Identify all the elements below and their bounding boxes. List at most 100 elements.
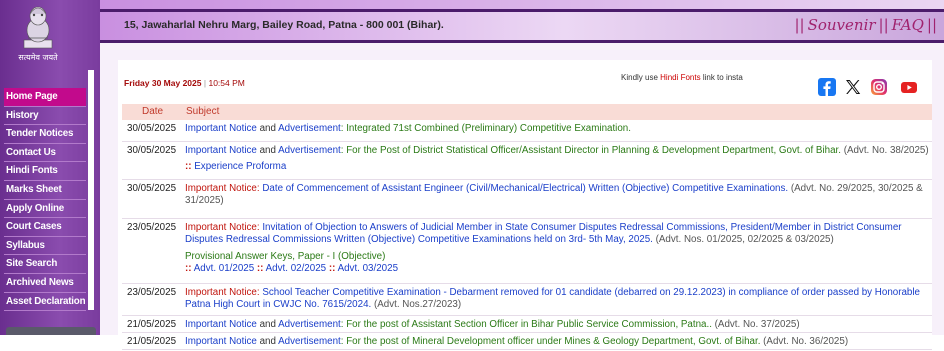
sub-links: :: Experience Proforma — [185, 161, 932, 173]
marker: :: — [256, 263, 264, 275]
row-subject: Important Notice and Advertisement: For … — [185, 142, 932, 177]
sidebar-footer — [6, 327, 96, 335]
current-time: 10:54 PM — [208, 78, 245, 88]
top-banner-strip — [100, 0, 944, 9]
important-notice-link[interactable]: Important Notice — [185, 123, 257, 134]
datetime-separator: | — [203, 78, 207, 88]
note-text: link to insta — [700, 73, 743, 82]
menu-item-court-cases[interactable]: Court Cases — [4, 218, 86, 237]
x-icon[interactable] — [844, 78, 862, 96]
answer-keys-title: Provisional Answer Keys, Paper - I (Obje… — [185, 250, 386, 262]
header-band: 15, Jawaharlal Nehru Marg, Bailey Road, … — [100, 9, 944, 43]
menu-item-history[interactable]: History — [4, 107, 86, 126]
header-separator: || — [878, 16, 889, 34]
menu-item-tender-notices[interactable]: Tender Notices — [4, 125, 86, 144]
row-date: 21/05/2025 — [127, 336, 177, 347]
notice-title: For the Post of District Statistical Off… — [346, 145, 841, 156]
faq-link[interactable]: FAQ — [892, 16, 924, 34]
facebook-icon[interactable] — [818, 78, 836, 96]
table-row: 30/05/2025 Important Notice and Advertis… — [122, 142, 932, 180]
table-row: 21/05/2025 Important Notice and Advertis… — [122, 333, 932, 350]
hindi-fonts-link[interactable]: Hindi Fonts — [660, 73, 700, 82]
notice-link[interactable]: School Teacher Competitive Examination -… — [185, 287, 920, 310]
menu-item-home-page[interactable]: Home Page — [4, 88, 86, 107]
marker: :: — [185, 161, 192, 173]
row-subject: Important Notice: Invitation of Objectio… — [185, 219, 932, 279]
menu-item-marks-sheet[interactable]: Marks Sheet — [4, 181, 86, 200]
important-notice-label: Important Notice: — [185, 183, 260, 194]
menu-item-hindi-fonts[interactable]: Hindi Fonts — [4, 162, 86, 181]
main-menu: Home Page History Tender Notices Contact Us… — [4, 88, 86, 312]
hindi-fonts-note: Kindly use Hindi Fonts link to insta — [621, 73, 751, 82]
note-text: Kindly use — [621, 73, 661, 82]
table-row: 23/05/2025 Important Notice: Invitation … — [122, 219, 932, 284]
header-separator: || — [794, 16, 805, 34]
row-subject: Important Notice and Advertisement: For … — [185, 333, 932, 351]
national-emblem-icon — [23, 6, 53, 49]
emblem-caption: सत्यमेव जयते — [18, 53, 58, 62]
emblem: सत्यमेव जयते — [6, 0, 70, 68]
instagram-icon[interactable] — [870, 78, 888, 96]
advt-01-link[interactable]: Advt. 01/2025 — [194, 263, 254, 274]
advertisement-link[interactable]: Advertisement — [278, 145, 341, 156]
notices-rows: 30/05/2025 Important Notice and Advertis… — [122, 120, 932, 350]
advertisement-link[interactable]: Advertisement — [278, 336, 341, 347]
row-date: 23/05/2025 — [127, 222, 177, 233]
advt-number: (Advt. No. 38/2025) — [840, 145, 929, 156]
youtube-icon[interactable] — [900, 78, 918, 96]
marker: :: — [328, 263, 336, 275]
row-date: 30/05/2025 — [127, 123, 177, 134]
menu-divider — [88, 70, 94, 310]
menu-item-contact-us[interactable]: Contact Us — [4, 144, 86, 163]
marker: :: — [185, 263, 192, 275]
advt-number: (Advt. No. 36/2025) — [760, 336, 849, 347]
advertisement-link[interactable]: Advertisement — [278, 123, 341, 134]
notice-title: For the post of Assistant Section Office… — [346, 319, 712, 330]
notices-table: Date Subject 30/05/2025 Important Notice… — [122, 104, 932, 350]
important-notice-link[interactable]: Important Notice — [185, 336, 257, 347]
advt-03-link[interactable]: Advt. 03/2025 — [338, 263, 398, 274]
notice-title: For the post of Mineral Development offi… — [346, 336, 761, 347]
notice-link[interactable]: Date of Commencement of Assistant Engine… — [260, 183, 788, 194]
row-date: 30/05/2025 — [127, 145, 177, 156]
advt-number: (Advt. Nos. 01/2025, 02/2025 & 03/2025) — [652, 234, 834, 246]
row-subject: Important Notice and Advertisement: Inte… — [185, 120, 932, 138]
conjunction: and — [256, 123, 279, 134]
advertisement-link[interactable]: Advertisement — [278, 319, 341, 330]
menu-item-syllabus[interactable]: Syllabus — [4, 237, 86, 256]
menu-item-site-search[interactable]: Site Search — [4, 255, 86, 274]
advt-number: (Advt. No. 37/2025) — [711, 319, 800, 330]
table-row: 21/05/2025 Important Notice and Advertis… — [122, 316, 932, 333]
notice-title: Integrated 71st Combined (Preliminary) C… — [346, 123, 631, 134]
row-date: 30/05/2025 — [127, 183, 177, 194]
column-header-date: Date — [142, 106, 164, 117]
column-header-subject: Subject — [186, 106, 220, 117]
experience-proforma-link[interactable]: Experience Proforma — [194, 161, 286, 172]
table-row: 30/05/2025 Important Notice and Advertis… — [122, 120, 932, 142]
important-notice-link[interactable]: Important Notice — [185, 145, 257, 156]
current-datetime: Friday 30 May 2025 | 10:54 PM — [124, 78, 245, 88]
table-header: Date Subject — [122, 104, 932, 120]
menu-item-apply-online[interactable]: Apply Online — [4, 200, 86, 219]
advt-02-link[interactable]: Advt. 02/2025 — [266, 263, 326, 274]
important-notice-link[interactable]: Important Notice — [185, 319, 257, 330]
row-subject: Important Notice: School Teacher Competi… — [185, 284, 932, 315]
important-notice-label: Important Notice: — [185, 287, 260, 298]
office-address: 15, Jawaharlal Nehru Marg, Bailey Road, … — [124, 19, 444, 31]
row-date: 21/05/2025 — [127, 319, 177, 330]
important-notice-label: Important Notice: — [185, 222, 260, 233]
conjunction: and — [256, 145, 279, 156]
table-row: 23/05/2025 Important Notice: School Teac… — [122, 284, 932, 316]
main-content: Friday 30 May 2025 | 10:54 PM Kindly use… — [118, 60, 932, 350]
answer-key-links: :: Advt. 01/2025 :: Advt. 02/2025 :: Adv… — [185, 263, 932, 275]
conjunction: and — [256, 319, 279, 330]
menu-item-archived-news[interactable]: Archived News — [4, 274, 86, 293]
sidebar: सत्यमेव जयते Home Page History Tender Noti… — [0, 0, 100, 335]
souvenir-link[interactable]: Souvenir — [808, 16, 876, 34]
header-separator: || — [926, 16, 937, 34]
row-subject: Important Notice and Advertisement: For … — [185, 316, 932, 334]
header-links: || Souvenir || FAQ || — [791, 16, 940, 34]
current-date: Friday 30 May 2025 — [124, 78, 202, 88]
menu-item-asset-declaration[interactable]: Asset Declaration — [4, 293, 86, 312]
conjunction: and — [256, 336, 279, 347]
